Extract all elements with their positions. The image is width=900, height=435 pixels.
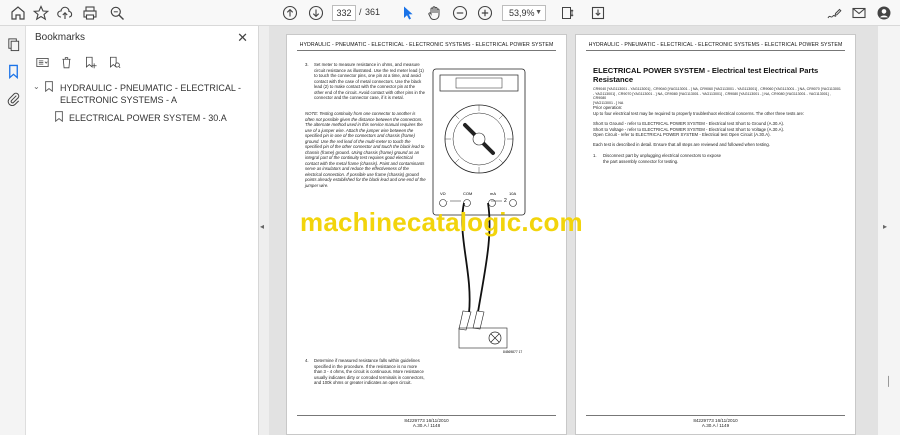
zoom-search-icon[interactable] [107, 3, 127, 23]
link-open-circuit[interactable]: Open Circuit - refer to ELECTRICAL POWER… [593, 132, 843, 138]
zoom-in-icon[interactable] [475, 3, 495, 23]
footer-pageref: A.30.A / 1149 [701, 423, 730, 429]
top-toolbar: 332 / 361 53,9% ▼ [0, 0, 900, 26]
chevron-down-icon: ▼ [535, 9, 542, 16]
step-1-text: Disconnect part by unplugging electrical… [603, 153, 721, 164]
header-rule [586, 50, 845, 51]
panel-resize-handle[interactable]: ◂ [259, 26, 269, 435]
bookmark-panel-icon[interactable] [5, 63, 21, 79]
bookmark-icon [55, 111, 63, 122]
chevron-down-icon[interactable]: ⌄ [33, 82, 40, 91]
add-bookmark-icon[interactable] [82, 54, 98, 70]
header-rule [297, 50, 556, 51]
vertical-scrollbar[interactable]: ▸ │ [878, 26, 900, 435]
step-3-text: Set meter to measure resistance in ohms,… [314, 62, 425, 100]
hand-tool-icon[interactable] [424, 3, 444, 23]
footer-rule [297, 415, 556, 416]
footer-pageref: A.30.A / 1148 [412, 423, 441, 429]
bookmark-icon [45, 81, 53, 92]
scroll-thumb[interactable]: │ [886, 376, 892, 386]
close-icon[interactable]: ✕ [237, 30, 248, 46]
section-title: ELECTRICAL POWER SYSTEM - Electrical tes… [593, 66, 833, 84]
attachment-icon[interactable] [5, 90, 21, 106]
bookmarks-toolbar [34, 54, 122, 70]
note-text: NOTE: Testing continuity from one connec… [305, 111, 426, 188]
models-line1: CR9040 [YAG113001 - YAG113001] , CR9040 … [593, 87, 841, 91]
save-icon[interactable] [588, 3, 608, 23]
zoom-level-value: 53,9% [509, 8, 535, 18]
footer-docid: 84229773 16/11/2010 [404, 417, 449, 423]
page-footer: 84229773 16/11/2010 A.30.A / 1148 [287, 418, 566, 429]
page-separator: / [359, 7, 362, 17]
bookmarks-title: Bookmarks [35, 32, 86, 43]
email-icon[interactable] [849, 3, 869, 23]
each-test-text: Each test is described in detail. Ensure… [593, 142, 770, 147]
figure-id: 84569877 17 [503, 350, 522, 354]
zoom-out-icon[interactable] [450, 3, 470, 23]
bookmarks-panel: Bookmarks ✕ ⌄ HYDRAULIC - PNEUMATIC - EL… [26, 26, 259, 435]
step-number: 1. [593, 153, 597, 158]
select-cursor-icon[interactable] [398, 3, 418, 23]
bookmark-label: HYDRAULIC - PNEUMATIC - ELECTRICAL - ELEC… [60, 82, 241, 106]
section-title-line1: ELECTRICAL POWER SYSTEM - Electrical tes… [593, 66, 819, 75]
bookmark-item-hydraulic[interactable]: ⌄ HYDRAULIC - PNEUMATIC - ELECTRICAL - EL… [26, 80, 259, 110]
bookmarks-tree: ⌄ HYDRAULIC - PNEUMATIC - ELECTRICAL - EL… [26, 80, 259, 138]
delete-bookmark-icon[interactable] [58, 54, 74, 70]
models-line2: - YAG113001] , CR9070 [YAG113001 - ] NA,… [593, 91, 831, 101]
page-thumbnails-icon[interactable] [5, 36, 21, 52]
model-applicability: CR9040 [YAG113001 - YAG113001] , CR9040 … [593, 87, 843, 105]
next-page-icon[interactable] [306, 3, 326, 23]
account-icon[interactable] [874, 3, 894, 23]
total-pages: 361 [365, 7, 381, 17]
watermark-text: machinecatalogic.com [300, 207, 583, 237]
zoom-level-select[interactable]: 53,9% ▼ [502, 5, 546, 21]
cloud-upload-icon[interactable] [55, 3, 75, 23]
footer-rule [586, 415, 845, 416]
expand-arrow-icon[interactable]: ▸ [883, 222, 887, 231]
search-bookmark-icon[interactable] [106, 54, 122, 70]
callout-1: 1 [447, 198, 448, 204]
footer-docid: 84229773 16/11/2010 [693, 417, 738, 423]
sign-icon[interactable] [824, 3, 844, 23]
step-4-text: Determine if measured resistance falls w… [314, 358, 425, 385]
fit-page-icon[interactable] [558, 3, 578, 23]
bookmark-label-line1: HYDRAULIC - PNEUMATIC - ELECTRICAL - [60, 83, 242, 93]
meter-vohm-label: VΩ [440, 191, 446, 196]
page-header: HYDRAULIC - PNEUMATIC - ELECTRICAL - ELE… [299, 42, 554, 48]
bookmark-label: ELECTRICAL POWER SYSTEM - 30.A [69, 113, 227, 123]
prior-operation-text: Up to four electrical test may be requir… [593, 110, 805, 116]
collapse-arrow-icon[interactable]: ◂ [260, 222, 264, 231]
callout-2: 2 [504, 198, 507, 204]
step-number: 4. [305, 358, 309, 363]
bookmark-item-electrical-power[interactable]: ELECTRICAL POWER SYSTEM - 30.A [26, 110, 259, 138]
home-icon[interactable] [8, 3, 28, 23]
page-footer: 84229773 16/11/2010 A.30.A / 1149 [576, 418, 855, 429]
document-page-right: HYDRAULIC - PNEUMATIC - ELECTRICAL - ELE… [575, 34, 856, 435]
page-number-input[interactable]: 332 [332, 5, 356, 21]
bookmark-label-line2: ELECTRONIC SYSTEMS - A [60, 95, 178, 105]
page-header: HYDRAULIC - PNEUMATIC - ELECTRICAL - ELE… [588, 42, 843, 48]
left-navigation-rail [0, 26, 26, 435]
previous-page-icon[interactable] [280, 3, 300, 23]
bookmark-options-icon[interactable] [34, 54, 50, 70]
section-title-line2: Resistance [593, 75, 634, 84]
step-number: 3. [305, 62, 309, 67]
star-icon[interactable] [31, 3, 51, 23]
print-icon[interactable] [80, 3, 100, 23]
